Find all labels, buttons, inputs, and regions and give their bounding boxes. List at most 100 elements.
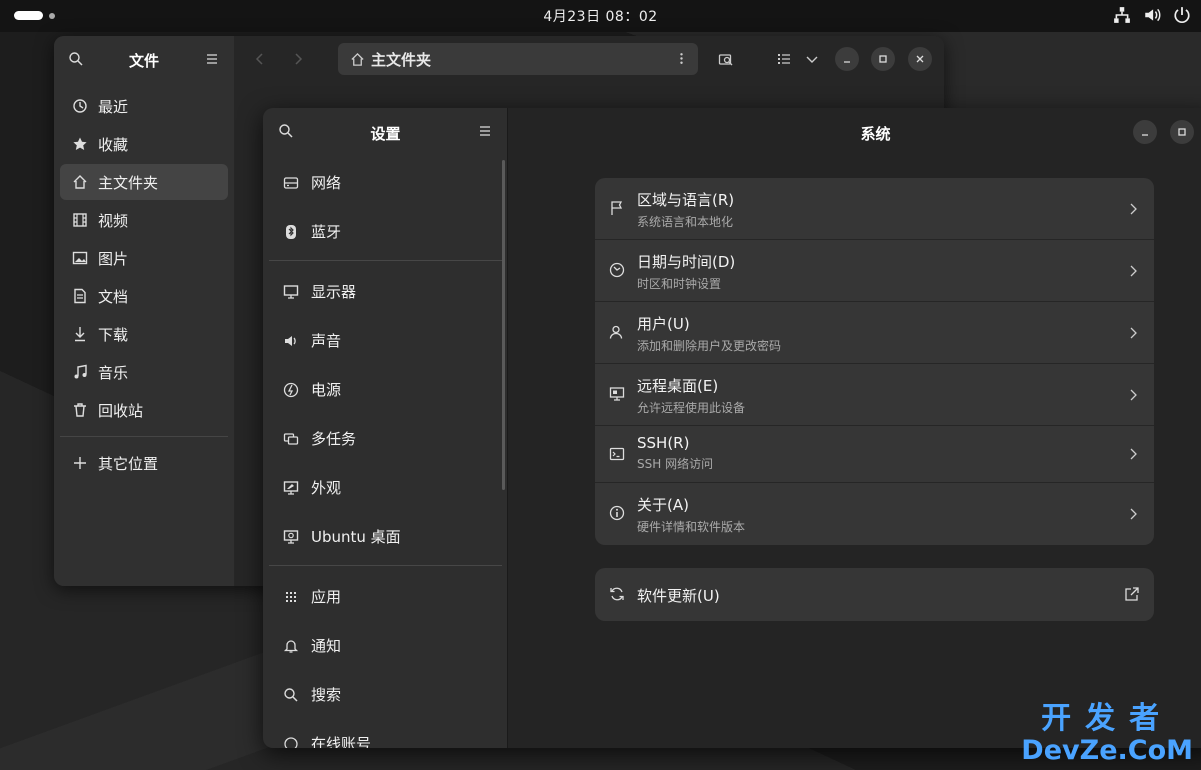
chevron-down-icon[interactable] [804,51,820,67]
settings-nav-sound[interactable]: 声音 [269,318,502,363]
chevron-right-icon [1128,201,1138,217]
settings-sidebar-title: 设置 [370,125,401,143]
row-ssh[interactable]: SSH(R) SSH 网络访问 [595,426,1154,483]
settings-nav-label: 搜索 [311,686,342,704]
workspace-dot [49,12,55,19]
files-nav-trash[interactable]: 回收站 [60,392,228,428]
row-subtitle: 添加和删除用户及更改密码 [637,339,782,353]
clock-icon [72,98,88,114]
files-maximize-button[interactable] [871,47,895,71]
settings-nav-apps[interactable]: 应用 [269,574,502,619]
files-nav-recent[interactable]: 最近 [60,88,228,124]
files-nav-music[interactable]: 音乐 [60,354,228,390]
sound-icon [283,333,299,349]
files-nav-downloads[interactable]: 下载 [60,316,228,352]
document-icon [72,288,88,304]
chevron-right-icon [1128,387,1138,403]
ubuntu-desktop-icon [283,529,299,545]
settings-nav-label: 蓝牙 [311,223,342,241]
settings-nav-displays[interactable]: 显示器 [269,269,502,314]
kebab-menu-icon[interactable] [674,51,690,67]
terminal-icon [609,446,625,462]
network-icon[interactable] [1113,6,1131,24]
row-subtitle: 硬件详情和软件版本 [637,520,746,534]
settings-nav-online-accounts[interactable]: 在线账号 [269,721,502,748]
files-headerbar: 主文件夹 [234,36,944,82]
apps-icon [283,589,299,605]
files-minimize-button[interactable] [835,47,859,71]
settings-minimize-button[interactable] [1133,120,1157,144]
forward-arrow-icon[interactable] [290,51,306,67]
settings-nav-label: 外观 [311,479,342,497]
settings-nav-bluetooth[interactable]: 蓝牙 [269,209,502,254]
files-nav-documents[interactable]: 文档 [60,278,228,314]
row-subtitle: 系统语言和本地化 [637,215,734,229]
files-nav-label: 下载 [98,325,129,344]
sidebar-scrollbar[interactable] [502,160,505,490]
power-icon[interactable] [1173,6,1191,24]
chevron-right-icon [1128,325,1138,341]
power-icon [283,382,299,398]
chevron-right-icon [1128,263,1138,279]
files-nav-home[interactable]: 主文件夹 [60,164,228,200]
clock[interactable]: 4月23日 08：02 [543,6,657,26]
external-link-icon [1124,586,1140,602]
files-nav-label: 音乐 [98,363,129,382]
row-remote-desktop[interactable]: 远程桌面(E) 允许远程使用此设备 [595,364,1154,426]
download-icon [72,326,88,342]
settings-nav-multitasking[interactable]: 多任务 [269,416,502,461]
row-about[interactable]: 关于(A) 硬件详情和软件版本 [595,483,1154,545]
activities-indicator[interactable] [14,11,55,20]
appearance-icon [283,480,299,496]
top-bar: 4月23日 08：02 [0,0,1201,32]
system-tray[interactable] [1113,6,1191,24]
files-nav-label: 图片 [98,249,129,268]
settings-nav-label: 在线账号 [311,735,372,748]
music-icon [72,364,88,380]
settings-nav-appearance[interactable]: 外观 [269,465,502,510]
settings-sidebar-header: 设置 [263,108,507,154]
row-software-updates[interactable]: 软件更新(U) [595,568,1154,621]
workspace-active-pill [14,11,43,20]
row-date-time[interactable]: 日期与时间(D) 时区和时钟设置 [595,240,1154,302]
files-nav-starred[interactable]: 收藏 [60,126,228,162]
display-icon [283,284,299,300]
path-bar[interactable]: 主文件夹 [338,43,698,75]
files-nav-label: 收藏 [98,135,129,154]
settings-nav-label: 多任务 [311,430,357,448]
page-title: 系统 [860,125,891,143]
files-sidebar: 文件 最近 收藏 主文件夹 视频 图片 文档 下载 音乐 回收站 其它位置 [54,36,234,586]
settings-nav-power[interactable]: 电源 [269,367,502,412]
hamburger-menu-icon[interactable] [204,51,220,67]
settings-sidebar: 设置 网络 蓝牙 显示器 声音 电源 多任务 外观 Ubuntu 桌面 应用 通… [263,108,508,748]
watermark-line1: 开发者 [1041,701,1174,736]
settings-nav-label: 显示器 [311,283,357,301]
settings-maximize-button[interactable] [1170,120,1194,144]
multitask-icon [283,431,299,447]
plus-icon [72,455,88,471]
row-subtitle: 允许远程使用此设备 [637,401,746,415]
hamburger-menu-icon[interactable] [477,123,493,139]
files-nav-videos[interactable]: 视频 [60,202,228,238]
files-close-button[interactable] [908,47,932,71]
remote-desktop-icon [609,386,625,402]
camera-search-icon[interactable] [718,51,734,67]
volume-icon[interactable] [1143,6,1161,24]
settings-nav-ubuntu-desktop[interactable]: Ubuntu 桌面 [269,514,502,559]
row-users[interactable]: 用户(U) 添加和删除用户及更改密码 [595,302,1154,364]
row-region-language[interactable]: 区域与语言(R) 系统语言和本地化 [595,178,1154,240]
watermark-logo: 开发者 DevZe.CoM [1021,702,1193,766]
row-title: 关于(A) [637,496,689,514]
settings-headerbar: 系统 [508,108,1201,154]
list-view-icon[interactable] [776,51,792,67]
settings-nav-notifications[interactable]: 通知 [269,623,502,668]
star-icon [72,136,88,152]
settings-nav-network[interactable]: 网络 [269,160,502,205]
trash-icon [72,402,88,418]
back-arrow-icon[interactable] [252,51,268,67]
files-nav-pictures[interactable]: 图片 [60,240,228,276]
settings-nav-search[interactable]: 搜索 [269,672,502,717]
settings-content: 系统 区域与语言(R) 系统语言和本地化 日期与时间(D) 时区和时钟设置 用户… [508,108,1201,748]
film-icon [72,212,88,228]
files-nav-other-locations[interactable]: 其它位置 [60,445,228,481]
